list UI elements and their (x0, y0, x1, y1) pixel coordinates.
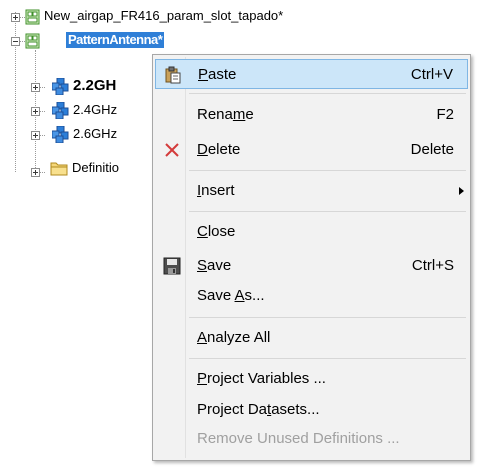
menu-item-insert[interactable]: Insert (155, 176, 468, 206)
context-menu: Paste Ctrl+V Rename F2 Delete Delete Ins… (152, 54, 471, 461)
menu-item-label: Close (197, 223, 236, 240)
menu-item-label: Save (197, 257, 232, 274)
expand-icon[interactable] (31, 168, 40, 177)
expand-icon[interactable] (11, 13, 20, 22)
menu-item-analyze-all[interactable]: Analyze All (155, 323, 468, 353)
menu-item-label: Project Variables ... (197, 370, 326, 387)
tree-connector (15, 12, 16, 172)
floppy-disk-icon (163, 257, 181, 275)
menu-item-label: Project Datasets... (197, 401, 320, 418)
submenu-arrow-icon (459, 187, 464, 195)
menu-separator (189, 358, 466, 359)
menu-item-shortcut: F2 (436, 106, 454, 123)
design-label[interactable]: 2.4GHz (73, 102, 117, 118)
menu-item-label: Delete (197, 141, 241, 158)
expand-icon[interactable] (31, 83, 40, 92)
menu-item-shortcut: Delete (410, 141, 454, 158)
project-file-label[interactable]: New_airgap_FR416_param_slot_tapado* (44, 8, 283, 24)
project-icon (25, 33, 40, 49)
menu-item-paste[interactable]: Paste Ctrl+V (155, 59, 468, 89)
menu-item-remove-unused-definitions: Remove Unused Definitions ... (155, 424, 468, 454)
menu-item-label: Save As... (197, 287, 265, 304)
menu-item-label: Rename (197, 106, 254, 123)
hfss-design-icon (52, 78, 69, 95)
menu-item-shortcut: Ctrl+S (411, 257, 454, 274)
menu-item-shortcut: Ctrl+V (410, 66, 453, 83)
menu-item-save[interactable]: Save Ctrl+S (155, 251, 468, 281)
menu-item-delete[interactable]: Delete Delete (155, 135, 468, 165)
design-label[interactable]: 2.6GHz (73, 126, 117, 142)
menu-item-project-variables[interactable]: Project Variables ... (155, 364, 468, 394)
selected-project-label[interactable]: PatternAntenna* (66, 32, 165, 48)
menu-separator (189, 211, 466, 212)
menu-item-save-as[interactable]: Save As... (155, 281, 468, 311)
menu-separator (189, 170, 466, 171)
delete-x-icon (165, 143, 179, 157)
folder-icon (50, 162, 68, 176)
menu-item-label: Remove Unused Definitions ... (197, 430, 400, 447)
menu-item-close[interactable]: Close (155, 217, 468, 247)
collapse-icon[interactable] (11, 37, 20, 46)
project-icon (25, 9, 40, 25)
menu-item-label: Analyze All (197, 329, 271, 346)
menu-item-label: Insert (197, 182, 235, 199)
definitions-label[interactable]: Definitio (72, 160, 119, 176)
menu-item-project-datasets[interactable]: Project Datasets... (155, 395, 468, 425)
paste-icon (165, 66, 181, 84)
hfss-design-icon (52, 102, 69, 119)
hfss-design-icon (52, 126, 69, 143)
expand-icon[interactable] (31, 131, 40, 140)
expand-icon[interactable] (31, 107, 40, 116)
menu-separator (189, 317, 466, 318)
menu-item-rename[interactable]: Rename F2 (155, 100, 468, 130)
design-label[interactable]: 2.2GH (73, 77, 116, 95)
menu-item-label: Paste (198, 66, 237, 83)
menu-separator (189, 93, 466, 94)
